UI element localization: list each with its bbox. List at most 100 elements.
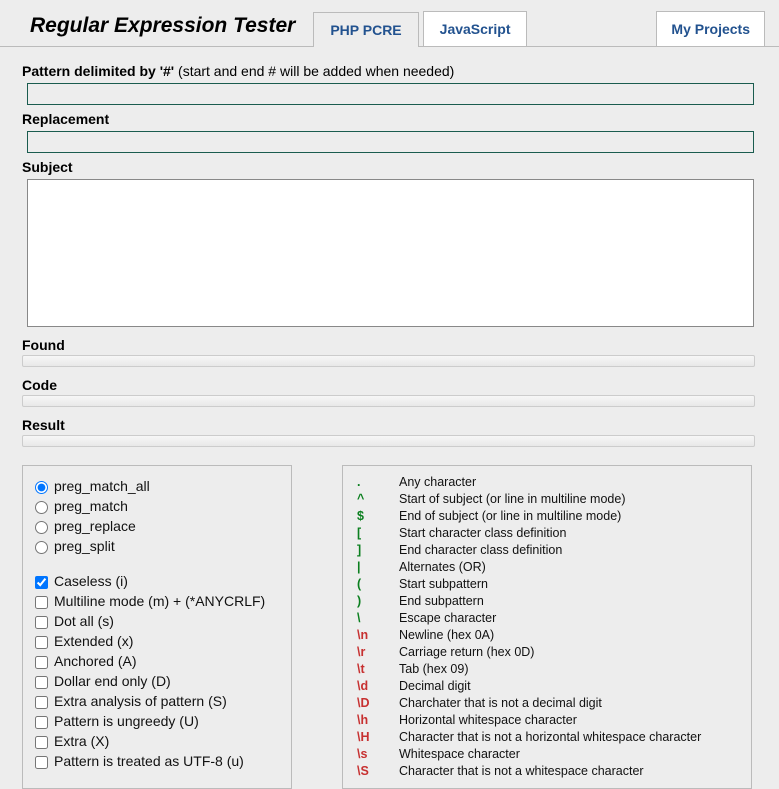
ref-symbol: \D xyxy=(357,695,399,712)
mod-checkbox-6[interactable] xyxy=(35,696,48,709)
ref-desc: Charchater that is not a decimal digit xyxy=(399,695,602,712)
result-label: Result xyxy=(22,417,761,433)
ref-row: \rCarriage return (hex 0D) xyxy=(357,644,737,661)
subject-input[interactable] xyxy=(27,179,754,327)
func-radio-3[interactable] xyxy=(35,541,48,554)
mod-checkbox-7[interactable] xyxy=(35,716,48,729)
mod-option-1[interactable]: Multiline mode (m) + (*ANYCRLF) xyxy=(35,592,279,611)
ref-symbol: \h xyxy=(357,712,399,729)
func-preg-split[interactable]: preg_split xyxy=(35,537,279,556)
tab-javascript[interactable]: JavaScript xyxy=(423,11,528,46)
ref-row: \dDecimal digit xyxy=(357,678,737,695)
ref-symbol: \n xyxy=(357,627,399,644)
mod-checkbox-4[interactable] xyxy=(35,656,48,669)
ref-row: \hHorizontal whitespace character xyxy=(357,712,737,729)
mod-option-8[interactable]: Extra (X) xyxy=(35,732,279,751)
func-radio-0[interactable] xyxy=(35,481,48,494)
func-label-text: preg_replace xyxy=(54,518,136,534)
ref-desc: Alternates (OR) xyxy=(399,559,486,576)
mod-option-3[interactable]: Extended (x) xyxy=(35,632,279,651)
mod-option-0[interactable]: Caseless (i) xyxy=(35,572,279,591)
code-output xyxy=(22,395,755,407)
ref-symbol: $ xyxy=(357,508,399,525)
ref-symbol: | xyxy=(357,559,399,576)
ref-desc: End of subject (or line in multiline mod… xyxy=(399,508,621,525)
ref-desc: Start of subject (or line in multiline m… xyxy=(399,491,625,508)
ref-row: $End of subject (or line in multiline mo… xyxy=(357,508,737,525)
ref-row: \SCharacter that is not a whitespace cha… xyxy=(357,763,737,780)
ref-symbol: ) xyxy=(357,593,399,610)
pattern-input[interactable] xyxy=(27,83,754,105)
mod-checkbox-0[interactable] xyxy=(35,576,48,589)
ref-symbol: \d xyxy=(357,678,399,695)
ref-row: |Alternates (OR) xyxy=(357,559,737,576)
ref-row: \Escape character xyxy=(357,610,737,627)
tabs: PHP PCRE JavaScript xyxy=(313,11,527,46)
mod-checkbox-3[interactable] xyxy=(35,636,48,649)
ref-desc: Any character xyxy=(399,474,476,491)
ref-row: ]End character class definition xyxy=(357,542,737,559)
func-preg-match-all[interactable]: preg_match_all xyxy=(35,477,279,496)
options-panel: preg_match_all preg_match preg_replacepreg… xyxy=(22,465,292,789)
ref-row: \DCharchater that is not a decimal digit xyxy=(357,695,737,712)
func-radio-1[interactable] xyxy=(35,501,48,514)
pattern-label: Pattern delimited by '#' (start and end … xyxy=(22,63,761,79)
page-title: Regular Expression Tester xyxy=(0,8,313,46)
mod-option-2[interactable]: Dot all (s) xyxy=(35,612,279,631)
ref-symbol: [ xyxy=(357,525,399,542)
ref-row: ^Start of subject (or line in multiline … xyxy=(357,491,737,508)
tab-my-projects[interactable]: My Projects xyxy=(656,11,765,46)
ref-row: .Any character xyxy=(357,474,737,491)
mod-label-text: Dot all (s) xyxy=(54,613,114,629)
ref-row: \nNewline (hex 0A) xyxy=(357,627,737,644)
ref-row: (Start subpattern xyxy=(357,576,737,593)
mod-label-text: Extended (x) xyxy=(54,633,133,649)
mod-checkbox-8[interactable] xyxy=(35,736,48,749)
mod-checkbox-5[interactable] xyxy=(35,676,48,689)
reference-panel: .Any character^Start of subject (or line… xyxy=(342,465,752,789)
mod-label-text: Extra analysis of pattern (S) xyxy=(54,693,227,709)
func-preg-match[interactable]: preg_match xyxy=(35,497,279,516)
mod-option-6[interactable]: Extra analysis of pattern (S) xyxy=(35,692,279,711)
mod-checkbox-1[interactable] xyxy=(35,596,48,609)
code-label: Code xyxy=(22,377,761,393)
tab-php-pcre[interactable]: PHP PCRE xyxy=(313,12,418,47)
ref-row: \HCharacter that is not a horizontal whi… xyxy=(357,729,737,746)
mod-label-text: Pattern is treated as UTF-8 (u) xyxy=(54,753,244,769)
main-form: Pattern delimited by '#' (start and end … xyxy=(0,47,779,447)
ref-desc: Character that is not a horizontal white… xyxy=(399,729,701,746)
found-label: Found xyxy=(22,337,761,353)
func-preg-replace[interactable]: preg_replace xyxy=(35,517,279,536)
ref-desc: Newline (hex 0A) xyxy=(399,627,494,644)
func-label-text: preg_match_all xyxy=(54,478,150,494)
ref-desc: Decimal digit xyxy=(399,678,471,695)
ref-symbol: \r xyxy=(357,644,399,661)
mod-checkbox-2[interactable] xyxy=(35,616,48,629)
found-output xyxy=(22,355,755,367)
mod-label-text: Extra (X) xyxy=(54,733,109,749)
ref-desc: Whitespace character xyxy=(399,746,520,763)
replacement-label: Replacement xyxy=(22,111,761,127)
ref-desc: Tab (hex 09) xyxy=(399,661,468,678)
ref-desc: Horizontal whitespace character xyxy=(399,712,577,729)
result-output xyxy=(22,435,755,447)
replacement-input[interactable] xyxy=(27,131,754,153)
ref-desc: End subpattern xyxy=(399,593,484,610)
mod-option-7[interactable]: Pattern is ungreedy (U) xyxy=(35,712,279,731)
ref-symbol: . xyxy=(357,474,399,491)
ref-desc: Carriage return (hex 0D) xyxy=(399,644,534,661)
mod-label-text: Dollar end only (D) xyxy=(54,673,171,689)
ref-desc: Start subpattern xyxy=(399,576,488,593)
subject-label: Subject xyxy=(22,159,761,175)
mod-option-5[interactable]: Dollar end only (D) xyxy=(35,672,279,691)
func-radio-2[interactable] xyxy=(35,521,48,534)
ref-row: [Start character class definition xyxy=(357,525,737,542)
mod-option-4[interactable]: Anchored (A) xyxy=(35,652,279,671)
mod-checkbox-9[interactable] xyxy=(35,756,48,769)
ref-symbol: \S xyxy=(357,763,399,780)
ref-symbol: ^ xyxy=(357,491,399,508)
ref-desc: Character that is not a whitespace chara… xyxy=(399,763,644,780)
pattern-label-text: Pattern delimited by '#' xyxy=(22,63,174,79)
ref-row: )End subpattern xyxy=(357,593,737,610)
mod-label-text: Pattern is ungreedy (U) xyxy=(54,713,199,729)
